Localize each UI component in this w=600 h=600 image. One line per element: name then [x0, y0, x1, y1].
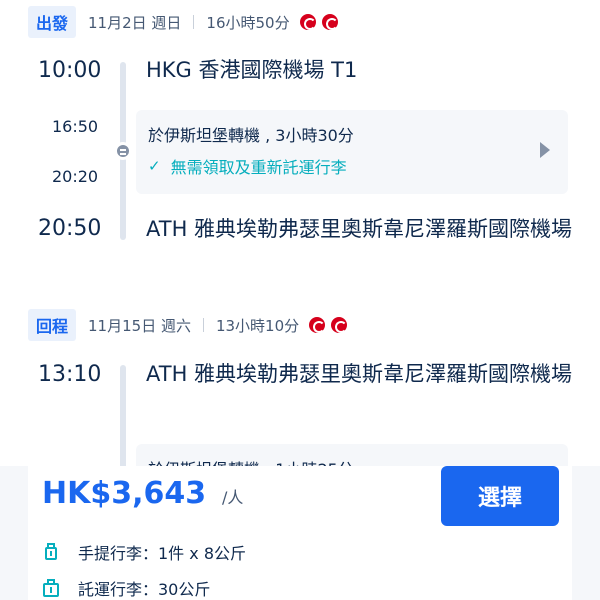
outbound-date: 11月2日 週日 [88, 13, 182, 32]
outbound-depart-time: 10:00 [38, 58, 102, 83]
return-tag: 回程 [28, 309, 77, 341]
airline-logo-icon [331, 317, 348, 333]
transfer-depart-time: 20:20 [52, 167, 99, 186]
return-date: 11月15日 週六 [88, 316, 191, 335]
price: HK$3,643 [42, 476, 207, 511]
check-icon: ✓ [148, 157, 161, 175]
baggage-note-text: 無需領取及重新託運行李 [170, 158, 347, 177]
outbound-arrive-airport: ATH 雅典埃勒弗瑟里奧斯韋尼澤羅斯國際機場 [146, 217, 573, 241]
carry-on-bag-icon [42, 543, 60, 561]
select-button[interactable]: 選擇 [441, 466, 559, 526]
carry-on-text: 手提行李：1件 x 8公斤 [78, 544, 247, 563]
transfer-text: 於伊斯坦堡轉機 , 3小時30分 [148, 126, 354, 145]
transfer-icon [114, 142, 132, 160]
divider [202, 318, 204, 332]
outbound-duration: 16小時50分 [206, 13, 290, 32]
transfer-info-box[interactable]: 於伊斯坦堡轉機 , 3小時30分 ✓ 無需領取及重新託運行李 [136, 110, 568, 194]
timeline-line [120, 365, 126, 475]
divider [193, 15, 195, 29]
chevron-right-icon[interactable] [540, 142, 550, 158]
return-depart-time: 13:10 [38, 362, 102, 387]
checked-baggage: 託運行李：30公斤 [42, 576, 210, 600]
outbound-arrive-time: 20:50 [38, 216, 102, 241]
outbound-tag: 出發 [28, 6, 77, 38]
outbound-depart-airport: HKG 香港國際機場 T1 [146, 58, 358, 82]
outbound-header: 出發 11月2日 週日 16小時50分 [28, 6, 338, 38]
return-depart-airport: ATH 雅典埃勒弗瑟里奧斯韋尼澤羅斯國際機場 [146, 362, 573, 386]
baggage-note: ✓ 無需領取及重新託運行李 [148, 154, 347, 178]
carry-on-baggage: 手提行李：1件 x 8公斤 [42, 540, 246, 564]
checked-text: 託運行李：30公斤 [78, 580, 211, 599]
return-duration: 13小時10分 [215, 316, 300, 335]
airline-logo-icon [309, 317, 326, 333]
flight-details-page: 出發 11月2日 週日 16小時50分 10:00 HKG 香港國際機場 T1 … [0, 0, 600, 600]
checked-bag-icon [42, 579, 60, 597]
price-panel: HK$3,643 /人 選擇 手提行李：1件 x 8公斤 託運行李：30公斤 [0, 466, 600, 600]
transfer-arrive-time: 16:50 [52, 117, 99, 136]
return-header: 回程 11月15日 週六 13小時10分 [28, 309, 348, 341]
per-person-label: /人 [222, 488, 244, 507]
airline-logo-icon [321, 14, 338, 30]
airline-logo-icon [299, 14, 316, 30]
